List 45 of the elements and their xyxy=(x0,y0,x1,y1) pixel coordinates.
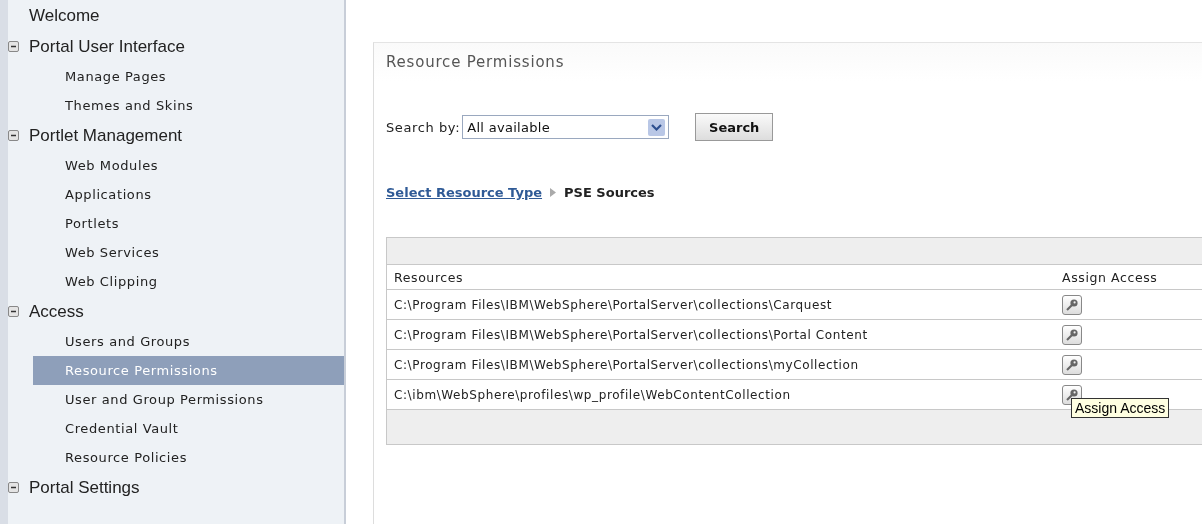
nav-item[interactable]: Resource Policies xyxy=(33,443,344,472)
collapse-icon[interactable] xyxy=(8,41,19,52)
nav-item[interactable]: Manage Pages xyxy=(33,62,344,91)
nav-group-label: Portal User Interface xyxy=(29,36,185,57)
nav-group-label: Portlet Management xyxy=(29,125,183,146)
search-button[interactable]: Search xyxy=(695,113,774,141)
nav-item[interactable]: Web Modules xyxy=(33,151,344,180)
collapse-icon[interactable] xyxy=(8,130,19,141)
table-cell-text: C:\Program Files\IBM\WebSphere\PortalServer\collections\myCollection xyxy=(393,357,860,372)
nav-item[interactable]: Applications xyxy=(33,180,344,209)
nav-group-label: Access xyxy=(29,301,84,322)
key-icon xyxy=(1065,387,1079,402)
search-label: Search by: xyxy=(386,119,461,135)
collapse-icon[interactable] xyxy=(8,482,19,493)
nav-group[interactable]: Portal Settings xyxy=(8,472,344,503)
search-dropdown[interactable]: All available xyxy=(462,115,670,139)
nav-group[interactable]: Portlet Management xyxy=(8,120,344,151)
nav-item[interactable]: Web Services xyxy=(33,238,344,267)
nav-item[interactable]: Web Clipping xyxy=(33,267,344,296)
nav-group[interactable]: Access xyxy=(8,296,344,327)
column-header: Assign Access xyxy=(1061,269,1159,285)
nav-item[interactable]: Portlets xyxy=(33,209,344,238)
nav-item[interactable]: Credential Vault xyxy=(33,414,344,443)
breadcrumb-current: PSE Sources xyxy=(564,185,655,200)
nav-item[interactable]: Themes and Skins xyxy=(33,91,344,120)
table-cell-text: C:\ibm\WebSphere\profiles\wp_profile\WebContentCollection xyxy=(393,387,792,402)
nav-group[interactable]: Portal User Interface xyxy=(8,31,344,62)
column-header: Resources xyxy=(393,269,465,285)
key-icon xyxy=(1065,327,1079,342)
assign-access-button[interactable] xyxy=(1062,354,1082,375)
nav-group-label: Portal Settings xyxy=(29,477,140,498)
collapse-icon[interactable] xyxy=(8,306,19,317)
assign-access-button[interactable] xyxy=(1062,324,1082,345)
key-icon xyxy=(1065,297,1079,312)
assign-access-button[interactable] xyxy=(1062,294,1082,315)
table-cell-text: C:\Program Files\IBM\WebSphere\PortalServer\collections\Carquest xyxy=(393,297,834,312)
tooltip: Assign Access xyxy=(1071,398,1170,418)
breadcrumb-arrow-icon xyxy=(550,188,557,197)
nav-group-label: Welcome xyxy=(29,5,100,26)
key-icon xyxy=(1065,357,1079,372)
nav-group[interactable]: Welcome xyxy=(8,0,344,31)
table-cell-text: C:\Program Files\IBM\WebSphere\PortalServer\collections\Portal Content xyxy=(393,327,869,342)
nav-item[interactable]: Users and Groups xyxy=(33,327,344,356)
nav-item[interactable]: User and Group Permissions xyxy=(33,385,344,414)
breadcrumb-link[interactable]: Select Resource Type xyxy=(386,185,543,200)
